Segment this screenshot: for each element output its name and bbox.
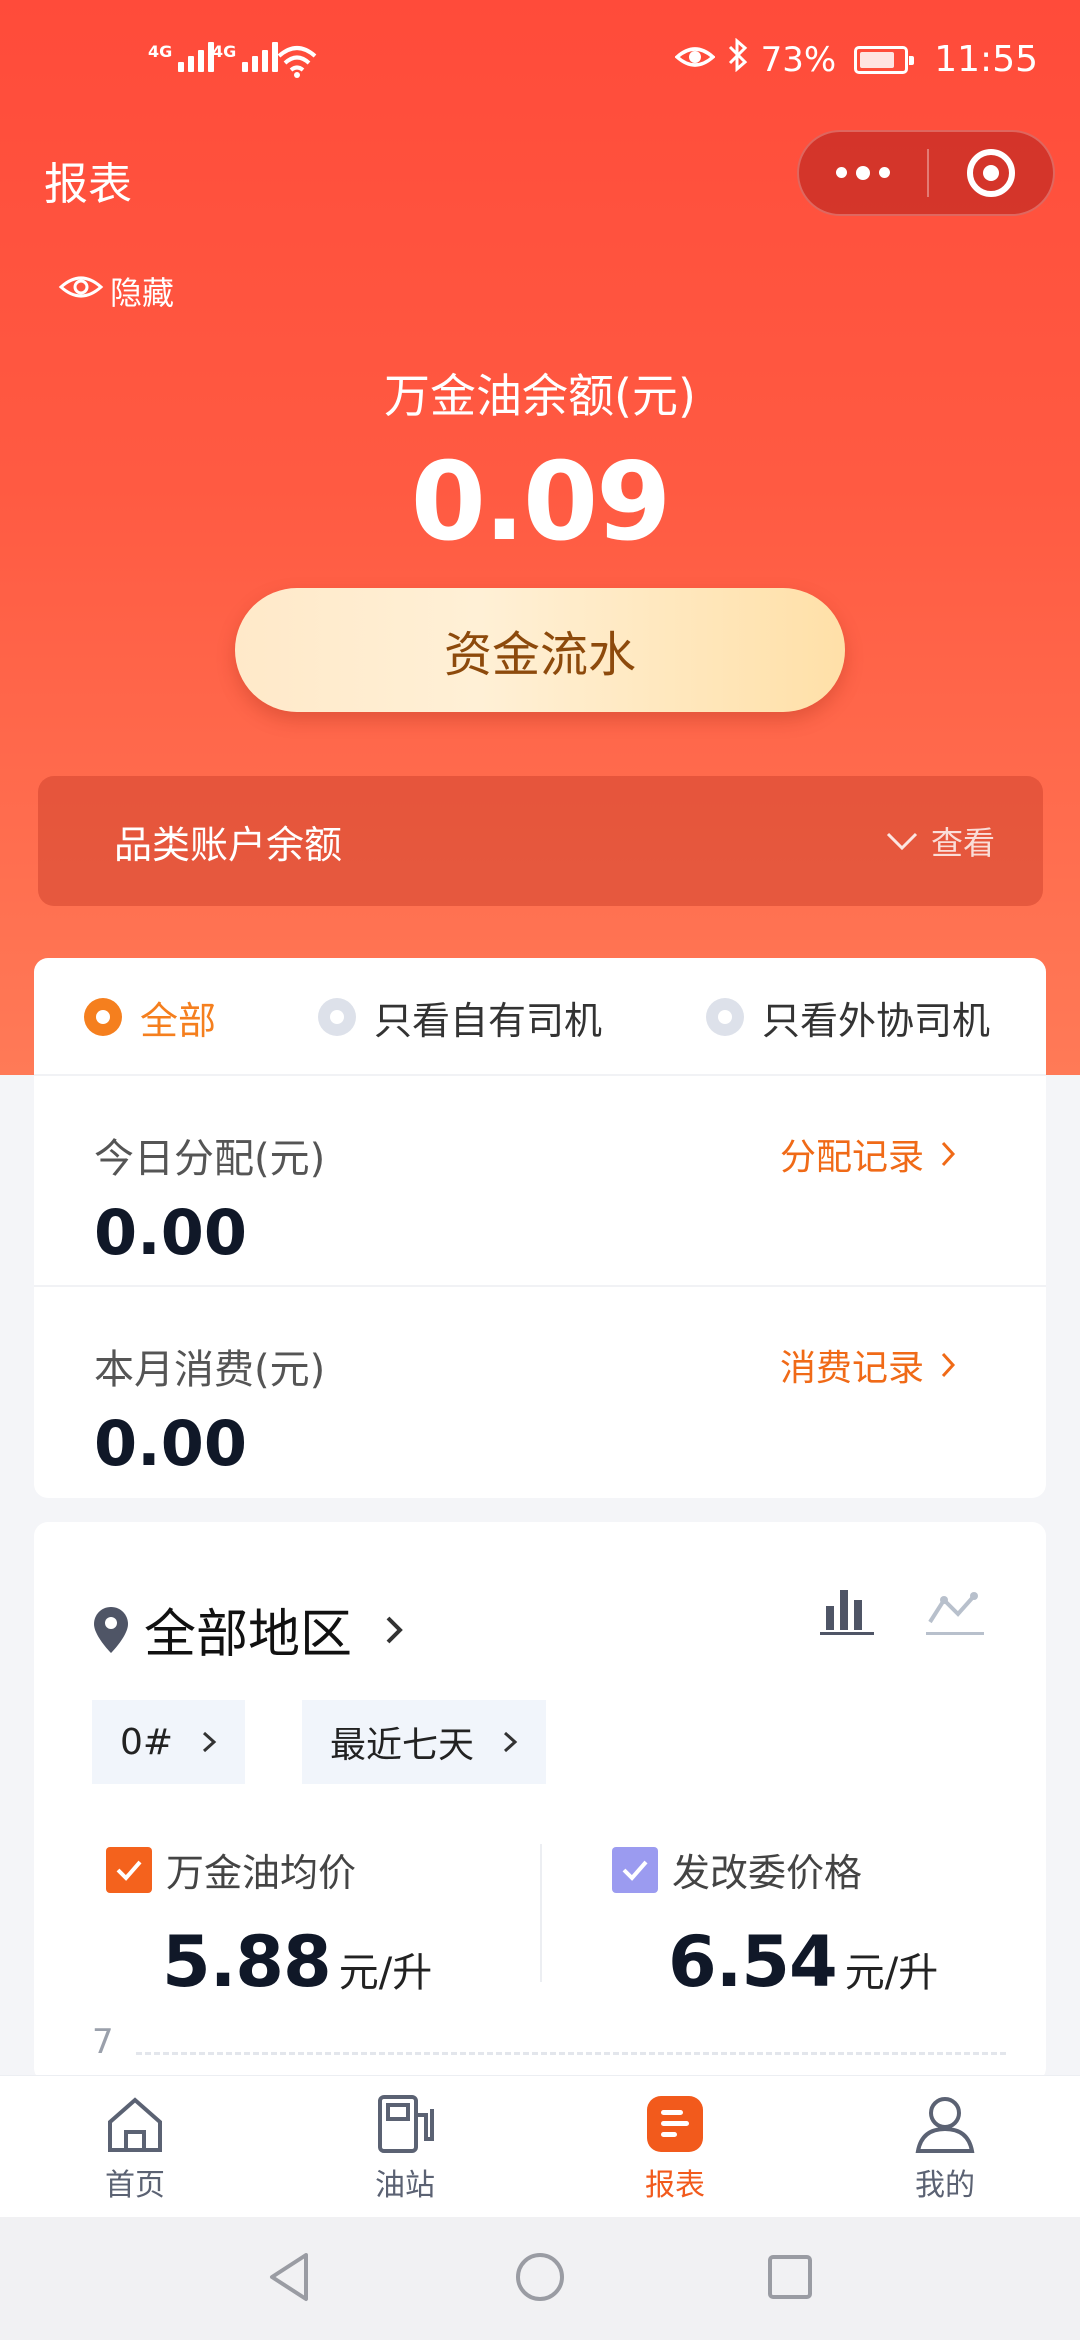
radio-icon: [318, 998, 356, 1036]
close-button[interactable]: [929, 149, 1053, 197]
category-balance-bar[interactable]: 品类账户余额 查看: [38, 776, 1043, 906]
consumption-records-link[interactable]: 消费记录: [780, 1339, 956, 1391]
gas-station-icon: [373, 2092, 437, 2156]
filter-all[interactable]: 全部: [84, 958, 216, 1076]
ndrc-price: 发改委价格 6.54 元/升: [612, 1842, 938, 2003]
recents-icon[interactable]: [766, 2253, 814, 2305]
region-selector[interactable]: 全部地区: [92, 1592, 406, 1667]
signal-icon: 4G: [148, 42, 215, 72]
chevron-right-icon: [504, 1731, 518, 1753]
filter-own-drivers[interactable]: 只看自有司机: [318, 958, 602, 1076]
user-icon: [913, 2092, 977, 2156]
tab-gas-station[interactable]: 油站: [270, 2076, 540, 2217]
axis-tick-label: 7: [92, 2022, 114, 2062]
period-selector[interactable]: 最近七天: [302, 1700, 547, 1784]
balance-label: 万金油余额(元): [384, 369, 696, 423]
eye-icon: [674, 39, 716, 80]
dot-icon: [836, 166, 847, 178]
page-title: 报表: [44, 159, 132, 210]
tab-home[interactable]: 首页: [0, 2076, 270, 2217]
allocation-records-link[interactable]: 分配记录: [780, 1128, 956, 1180]
chevron-right-icon: [941, 1352, 956, 1378]
clock: 11:55: [934, 39, 1038, 80]
location-pin-icon: [94, 1606, 128, 1653]
balance-value: 0.09: [410, 440, 671, 565]
allocation-card: 全部 只看自有司机 只看外协司机 今日分配(元) 0.00 分配记录 本月消费(…: [34, 958, 1046, 1498]
category-balance-label: 品类账户余额: [114, 822, 343, 867]
today-allocation-row: 今日分配(元) 0.00 分配记录: [34, 1076, 1046, 1287]
bottom-tab-bar: 首页 油站 报表 我的: [0, 2075, 1080, 2217]
hide-label: 隐藏: [110, 274, 175, 312]
battery-icon: [854, 45, 915, 74]
signal-icon: 4G: [212, 42, 279, 72]
status-bar: 4G 4G 73% 11:55: [0, 0, 1080, 130]
filter-outsourced-drivers[interactable]: 只看外协司机: [706, 958, 990, 1076]
tab-report[interactable]: 报表: [540, 2076, 810, 2217]
target-icon: [967, 149, 1015, 197]
radio-icon: [706, 998, 744, 1036]
month-consumption-value: 0.00: [94, 1407, 247, 1480]
bar-chart-icon[interactable]: [820, 1586, 874, 1640]
month-consumption-label: 本月消费(元): [94, 1347, 326, 1393]
line-chart-icon[interactable]: [926, 1586, 984, 1640]
today-allocation-value: 0.00: [94, 1196, 247, 1269]
driver-filter: 全部 只看自有司机 只看外协司机: [34, 958, 1046, 1076]
home-circle-icon[interactable]: [514, 2251, 566, 2307]
view-toggle[interactable]: 查看: [885, 818, 995, 864]
checkbox-icon[interactable]: [612, 1846, 658, 1893]
metric-divider: [540, 1844, 542, 1982]
fuel-type-selector[interactable]: 0#: [92, 1700, 246, 1784]
chevron-right-icon: [386, 1616, 403, 1643]
fund-flow-button[interactable]: 资金流水: [235, 588, 845, 712]
dot-icon: [856, 165, 870, 180]
month-consumption-row: 本月消费(元) 0.00 消费记录: [34, 1287, 1046, 1498]
home-icon: [103, 2092, 167, 2156]
price-panel: 全部地区 0# 最近七天 万金油均价 5.88 元/升 发改委价格 6.54 元…: [34, 1522, 1046, 2082]
more-button[interactable]: [799, 165, 927, 180]
wanjinyou-avg-price: 万金油均价 5.88 元/升: [106, 1842, 432, 2003]
chevron-down-icon: [886, 832, 918, 851]
chevron-right-icon: [941, 1141, 956, 1167]
hide-balance-toggle[interactable]: 隐藏: [58, 268, 174, 314]
dot-icon: [879, 166, 890, 178]
grid-line: [136, 2052, 1006, 2055]
checkbox-icon[interactable]: [106, 1846, 152, 1893]
wifi-icon: [276, 44, 318, 87]
back-icon[interactable]: [266, 2251, 314, 2307]
tab-mine[interactable]: 我的: [810, 2076, 1080, 2217]
chevron-right-icon: [203, 1731, 217, 1753]
report-icon: [643, 2092, 707, 2156]
battery-percent: 73%: [760, 39, 837, 80]
eye-icon: [58, 272, 104, 310]
radio-icon: [84, 998, 122, 1036]
today-allocation-label: 今日分配(元): [94, 1136, 326, 1182]
bluetooth-icon: [727, 37, 749, 81]
miniprogram-capsule: [797, 130, 1055, 216]
system-navigation-bar: [0, 2217, 1080, 2340]
